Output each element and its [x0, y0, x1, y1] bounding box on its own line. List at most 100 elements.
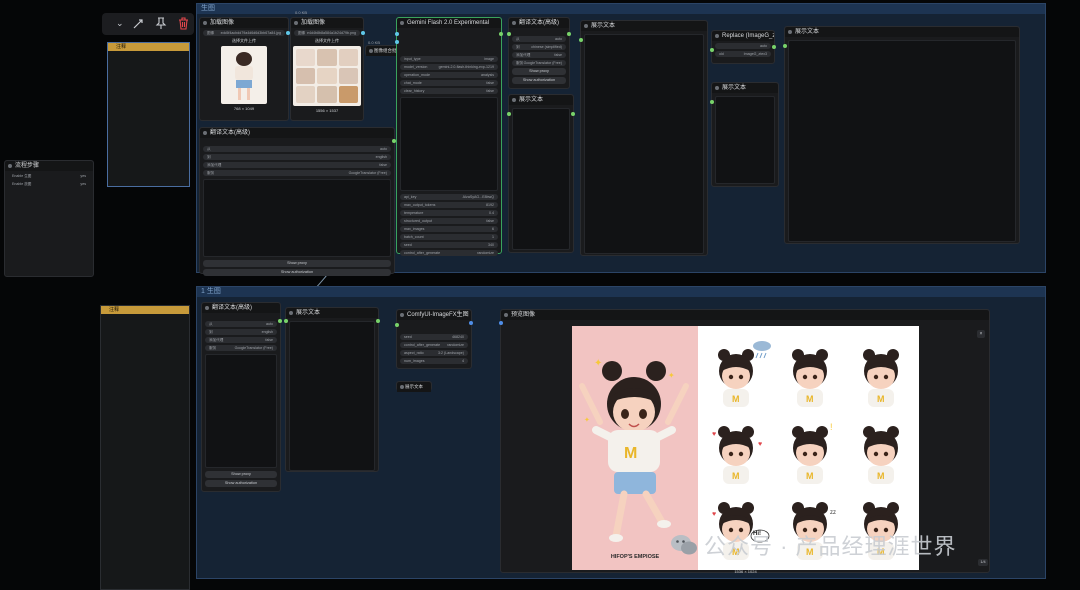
output-socket[interactable]	[571, 112, 575, 116]
toggle-row[interactable]: Enable 放图 yes	[8, 181, 90, 187]
output-socket[interactable]	[278, 319, 282, 323]
text-output[interactable]	[289, 321, 375, 471]
chevron-down-icon[interactable]: ⌄	[116, 18, 124, 29]
widget-row[interactable]: batch_count 1	[400, 234, 498, 240]
show-proxy-button[interactable]: Show proxy	[205, 471, 277, 478]
image-select[interactable]: 图像 edc5f4acbdd79a4d6d6d3bb67a84.jpg	[203, 30, 285, 36]
widget-row[interactable]: auto	[715, 43, 771, 49]
load-image-node[interactable]: 加载图像 图像 e4d4b8b8a584a1b24d79b.png 选择文件上传 …	[290, 17, 365, 121]
image-size: 1556 × 1537	[315, 108, 339, 113]
show-text-node[interactable]: 展示文本	[507, 94, 575, 253]
widget-row[interactable]: 添加代理 false	[205, 337, 277, 343]
imagefx-node[interactable]: ComfyUI-ImageFX生图 seed 468240 control_aft…	[395, 309, 473, 369]
input-socket[interactable]	[395, 323, 399, 327]
sticky-note-top[interactable]: 注释	[107, 42, 190, 187]
output-socket[interactable]	[376, 319, 380, 323]
input-socket[interactable]	[710, 48, 714, 52]
pin-icon[interactable]	[155, 17, 167, 30]
widget-row[interactable]: clear_history false	[400, 88, 498, 94]
widget-row[interactable]: seed 468240	[400, 334, 468, 340]
widget-row[interactable]: 服务 GoogleTranslator (Free)	[203, 170, 391, 176]
output-socket[interactable]	[499, 32, 503, 36]
input-socket[interactable]	[499, 321, 503, 325]
widget-row[interactable]: model_version gemini-2.0-flash-thinking-e…	[400, 64, 498, 70]
shortcut-node[interactable]: 流程步骤 Enable 生图 yes Enable 放图 yes	[4, 160, 94, 277]
group-title: 生图	[197, 4, 1045, 14]
show-text-node[interactable]: 展示文本	[579, 20, 708, 256]
input-socket[interactable]	[507, 112, 511, 116]
widget-row[interactable]: structured_output false	[400, 218, 498, 224]
close-icon[interactable]: ×	[977, 330, 985, 338]
widget-row[interactable]: 从 auto	[512, 36, 566, 42]
upload-button[interactable]: 选择文件上传	[200, 38, 288, 44]
widget-row[interactable]: operation_mode analysis	[400, 72, 498, 78]
text-output[interactable]	[512, 108, 570, 250]
show-text-node[interactable]: 展示文本	[284, 307, 380, 472]
widget-row[interactable]: 添加代理 false	[512, 52, 566, 58]
widget-row[interactable]: max_images 6	[400, 226, 498, 232]
replace-node[interactable]: Replace (ImageG_ztex) auto oldImageG_zte…	[710, 30, 776, 64]
output-socket[interactable]	[772, 45, 776, 49]
widget-row[interactable]: 添加代理 false	[203, 162, 391, 168]
output-socket[interactable]	[392, 139, 396, 143]
node-title: 流程步骤	[5, 161, 93, 171]
translate-node[interactable]: 翻译文本(高级) 从 auto 到 chinese (simplified) 添加代…	[507, 17, 571, 89]
text-output[interactable]	[788, 40, 1016, 242]
widget-row[interactable]: seed 340	[400, 242, 498, 248]
input-socket[interactable]	[579, 38, 583, 42]
show-authorization-button[interactable]: Show authorization	[205, 480, 277, 487]
widget-row[interactable]: control_after_generate randomize	[400, 250, 498, 256]
node-title: ComfyUI-ImageFX生图	[397, 310, 471, 320]
widget-row[interactable]: chat_mode false	[400, 80, 498, 86]
output-socket[interactable]	[361, 31, 365, 35]
widget-row[interactable]: 从 auto	[203, 146, 391, 152]
widget-row[interactable]: 到 english	[203, 154, 391, 160]
widget-row[interactable]: num_images 4	[400, 358, 468, 364]
show-proxy-button[interactable]: Show proxy	[203, 260, 391, 267]
input-socket[interactable]	[395, 40, 399, 44]
gemini-node[interactable]: Gemini Flash 2.0 Experimental input_type…	[395, 17, 503, 256]
widget-row[interactable]: aspect_ratio 3:2 (Landscape)	[400, 350, 468, 356]
widget-row[interactable]: control_after_generate randomize	[400, 342, 468, 348]
upload-button[interactable]: 选择文件上传	[291, 38, 363, 44]
image-counter[interactable]: 1/4	[978, 559, 988, 566]
text-input[interactable]	[203, 179, 391, 257]
image-batch-node[interactable]: 图像组合批次	[365, 45, 400, 56]
widget-row[interactable]: 服务 GoogleTranslator (Free)	[205, 345, 277, 351]
widget-row[interactable]: 从 auto	[205, 321, 277, 327]
show-authorization-button[interactable]: Show authorization	[203, 269, 391, 276]
translate-node[interactable]: 翻译文本(高级) 从 auto 到 english 添加代理 false 服务 Goog…	[199, 127, 396, 276]
text-input[interactable]	[205, 354, 277, 468]
input-socket[interactable]	[783, 44, 787, 48]
toggle-row[interactable]: Enable 生图 yes	[8, 173, 90, 179]
widget-row[interactable]: 到 chinese (simplified)	[512, 44, 566, 50]
unlink-icon[interactable]	[132, 18, 144, 30]
load-image-node[interactable]: 加载图像 图像 edc5f4acbdd79a4d6d6d3bb67a84.jpg …	[199, 17, 290, 121]
trash-icon[interactable]	[178, 17, 189, 30]
input-socket[interactable]	[284, 319, 288, 323]
show-proxy-button[interactable]: Show proxy	[512, 68, 566, 75]
widget-row[interactable]: old ImageG_ztex3	[715, 51, 771, 57]
sticky-note-bottom[interactable]: 注释	[100, 305, 190, 590]
widget-row[interactable]: max_output_tokens 8192	[400, 202, 498, 208]
widget-row[interactable]: 服务 GoogleTranslator (Free)	[512, 60, 566, 66]
translate-node[interactable]: 翻译文本(高级) 从 auto 到 english 添加代理 false 服务 Goog…	[201, 302, 282, 492]
input-socket[interactable]	[507, 32, 511, 36]
widget-row[interactable]: 到 english	[205, 329, 277, 335]
show-authorization-button[interactable]: Show authorization	[512, 77, 566, 84]
text-output[interactable]	[584, 34, 704, 254]
widget-row[interactable]: input_type image	[400, 56, 498, 62]
show-text-node[interactable]: 展示文本	[710, 82, 779, 187]
output-socket[interactable]	[469, 321, 473, 325]
prompt-textarea[interactable]	[400, 97, 498, 191]
show-text-node[interactable]: 展示文本	[783, 26, 1020, 244]
image-select[interactable]: 图像 e4d4b8b8a584a1b24d79b.png	[294, 30, 360, 36]
widget-row[interactable]: api_key AIzaSyAG...E8bwQ	[400, 194, 498, 200]
image-size: 768 × 1049	[233, 106, 255, 111]
widget-row[interactable]: temperature 0.4	[400, 210, 498, 216]
show-text-node-collapsed[interactable]: 展示文本	[396, 381, 432, 392]
text-output[interactable]	[715, 96, 775, 184]
input-socket[interactable]	[395, 32, 399, 36]
input-socket[interactable]	[710, 100, 714, 104]
output-socket[interactable]	[567, 32, 571, 36]
